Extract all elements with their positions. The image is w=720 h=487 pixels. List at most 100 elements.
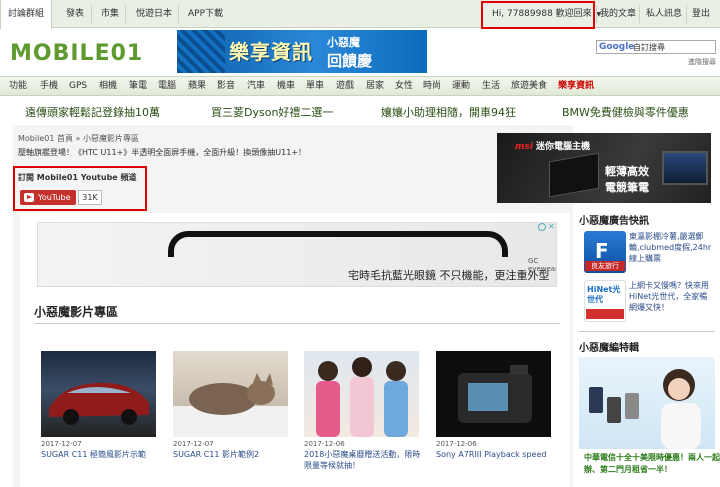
msi-brand: msi 迷你電腦主機 xyxy=(515,139,590,152)
close-icon[interactable]: ✕ xyxy=(548,222,555,231)
logo-text: MOBILE01 xyxy=(10,41,143,63)
msi-ad-line1: 輕薄高效 xyxy=(605,165,649,178)
nav-item[interactable]: 影音 xyxy=(217,77,235,96)
tab-market[interactable]: 市集 xyxy=(101,0,119,28)
hinet-promo-stripe xyxy=(586,309,624,319)
search-input[interactable]: Google 自訂搜尋 xyxy=(596,40,716,54)
sidebar-ad-text: 東瀛影棚冷薯,嚴選郵輪,clubmed度假,24hr線上購票 xyxy=(629,232,712,263)
nav-item[interactable]: GPS xyxy=(69,77,87,96)
breadcrumb[interactable]: Mobile01 首頁 » 小惡魔影片專區 xyxy=(18,133,139,144)
promo-link[interactable]: 遠傳頭家輕鬆記登錄抽10萬 xyxy=(25,104,160,120)
nav-item[interactable]: 功能 xyxy=(9,77,27,96)
header-banner-ad[interactable]: 樂享資訊 小惡魔 回饋慶 xyxy=(177,30,427,73)
tab-forum[interactable]: 討論群組 xyxy=(0,0,52,29)
google-logo: Google xyxy=(599,42,635,52)
mobile01-logo[interactable]: MOBILE01 xyxy=(10,41,170,63)
banner-main-text: 樂享資訊 xyxy=(229,40,313,64)
divider xyxy=(125,5,126,23)
divider xyxy=(91,5,92,23)
logout-link[interactable]: 登出 xyxy=(692,0,710,28)
nav-item[interactable]: 機車 xyxy=(277,77,295,96)
sidebar-ad-item[interactable]: HiNet光世代 上網卡又慢嗎？快來用HiNet光世代，全家暢網爆又快！ xyxy=(584,280,714,324)
msi-logo: msi xyxy=(515,142,533,152)
divider xyxy=(596,5,597,23)
hinet-logo-icon: HiNet光世代 xyxy=(584,280,626,322)
sidebar-ad-item[interactable]: F 良友旅行 東瀛影棚冷薯,嚴選郵輪,clubmed度假,24hr線上購票 xyxy=(584,231,714,275)
glasses-ad-text: 宅時毛抗藍光眼鏡 不只機能，更注重外型 xyxy=(348,269,550,282)
category-nav: 功能 手機 GPS 相機 筆電 電腦 蘋果 影音 汽車 機車 單車 遊戲 居家 … xyxy=(0,76,720,96)
youtube-button-label: YouTube xyxy=(38,193,71,202)
nav-item[interactable]: 汽車 xyxy=(247,77,265,96)
private-messages-link[interactable]: 私人訊息 xyxy=(646,0,682,28)
msi-ad-banner[interactable]: msi 迷你電腦主機 輕薄高效 電競筆電 xyxy=(497,133,711,203)
nav-item[interactable]: 遊戲 xyxy=(336,77,354,96)
promo-link[interactable]: 孃孃小助理相隨，開車94狂 xyxy=(381,104,516,120)
glasses-ad-banner[interactable]: GC eyewear 宅時毛抗藍光眼鏡 不只機能，更注重外型 xyxy=(37,222,557,287)
video-title-link[interactable]: SUGAR C11 影片範例2 xyxy=(173,449,293,460)
video-thumbnail[interactable] xyxy=(41,351,156,437)
video-title-link[interactable]: 2018小惡魔桌曆贈送活動，限時限量等候就抽！ xyxy=(304,449,424,471)
search-placeholder: 自訂搜尋 xyxy=(633,43,665,52)
youtube-subscribe-button[interactable]: YouTube xyxy=(20,190,76,205)
user-highlight-box xyxy=(481,1,595,29)
youtube-icon xyxy=(24,193,34,202)
banner-sub-text: 回饋慶 xyxy=(327,52,373,70)
divider xyxy=(579,331,715,332)
sidebar-ad-news-title: 小惡魔廣告快訊 xyxy=(579,216,649,227)
feature-text-link[interactable]: 中華電信十全十美限時優惠！兩人一起辦、第二門月租省一半！ xyxy=(584,452,720,476)
my-posts-link[interactable]: 我的文章 xyxy=(600,0,636,28)
nav-item[interactable]: 旅遊美食 xyxy=(511,77,547,96)
advanced-search-link[interactable]: 進階搜尋 xyxy=(688,57,716,67)
tab-app-download[interactable]: APP下載 xyxy=(188,0,223,28)
banner-decoration xyxy=(177,30,225,73)
video-thumbnail[interactable] xyxy=(436,351,551,437)
camera-image xyxy=(458,365,532,423)
promo-link[interactable]: BMW免費健檢與零件優惠 xyxy=(562,104,689,120)
nav-item[interactable]: 單車 xyxy=(306,77,324,96)
nav-item[interactable]: 生活 xyxy=(482,77,500,96)
video-title-link[interactable]: SUGAR C11 極簡風影片示範 xyxy=(41,449,161,460)
video-date: 2017-12-07 xyxy=(173,440,214,448)
divider xyxy=(34,323,560,324)
youtube-subscribe-title: 訂閱 Mobile01 Youtube 頻道 xyxy=(18,173,137,182)
nav-item[interactable]: 相機 xyxy=(99,77,117,96)
travel-logo-label: 良友旅行 xyxy=(585,261,625,271)
nav-item[interactable]: 運動 xyxy=(452,77,470,96)
headline-link[interactable]: 壓軸旗艦登場！《HTC U11+》半透明全面屏手機，全面升級！換頭像抽U11+！ xyxy=(18,147,306,158)
divider xyxy=(639,5,640,23)
nav-item[interactable]: 蘋果 xyxy=(188,77,206,96)
top-bar: 討論群組 發表 市集 悅遊日本 APP下載 Hi, 77889988 歡迎回來 … xyxy=(0,0,720,29)
nav-item[interactable]: 手機 xyxy=(40,77,58,96)
banner-brand-text: 小惡魔 xyxy=(327,36,360,49)
svg-text:F: F xyxy=(595,239,609,263)
ad-info-icon[interactable] xyxy=(538,223,546,231)
feature-image[interactable] xyxy=(579,357,715,449)
nav-item[interactable]: 時尚 xyxy=(423,77,441,96)
subscriber-count: 31K xyxy=(78,190,102,205)
laptop-image xyxy=(662,151,708,185)
video-thumbnail[interactable] xyxy=(304,351,419,437)
nav-item[interactable]: 居家 xyxy=(366,77,384,96)
tab-post[interactable]: 發表 xyxy=(66,0,84,28)
divider xyxy=(686,5,687,23)
divider xyxy=(178,5,179,23)
promo-link[interactable]: 買三菱Dyson好禮二選一 xyxy=(211,104,333,120)
car-image xyxy=(49,382,149,425)
nav-item[interactable]: 女性 xyxy=(395,77,413,96)
nav-item[interactable]: 電腦 xyxy=(158,77,176,96)
video-thumbnail[interactable] xyxy=(173,351,288,437)
models-image xyxy=(316,357,408,437)
tab-japan[interactable]: 悅遊日本 xyxy=(136,0,172,28)
video-title-link[interactable]: Sony A7RIII Playback speed xyxy=(436,449,556,460)
sidebar-ad-text: 上網卡又慢嗎？快來用HiNet光世代，全家暢網爆又快！ xyxy=(629,281,709,312)
video-date: 2017-12-06 xyxy=(436,440,477,448)
hinet-logo-label: HiNet光世代 xyxy=(587,285,621,304)
nav-item[interactable]: 筆電 xyxy=(129,77,147,96)
glasses-image xyxy=(168,231,508,257)
video-date: 2017-12-06 xyxy=(304,440,345,448)
msi-brand-text: 迷你電腦主機 xyxy=(535,142,590,152)
mini-pc-image xyxy=(549,152,599,198)
nav-item-highlight[interactable]: 樂享資訊 xyxy=(558,77,594,96)
travel-logo-icon: F 良友旅行 xyxy=(584,231,626,273)
video-date: 2017-12-07 xyxy=(41,440,82,448)
